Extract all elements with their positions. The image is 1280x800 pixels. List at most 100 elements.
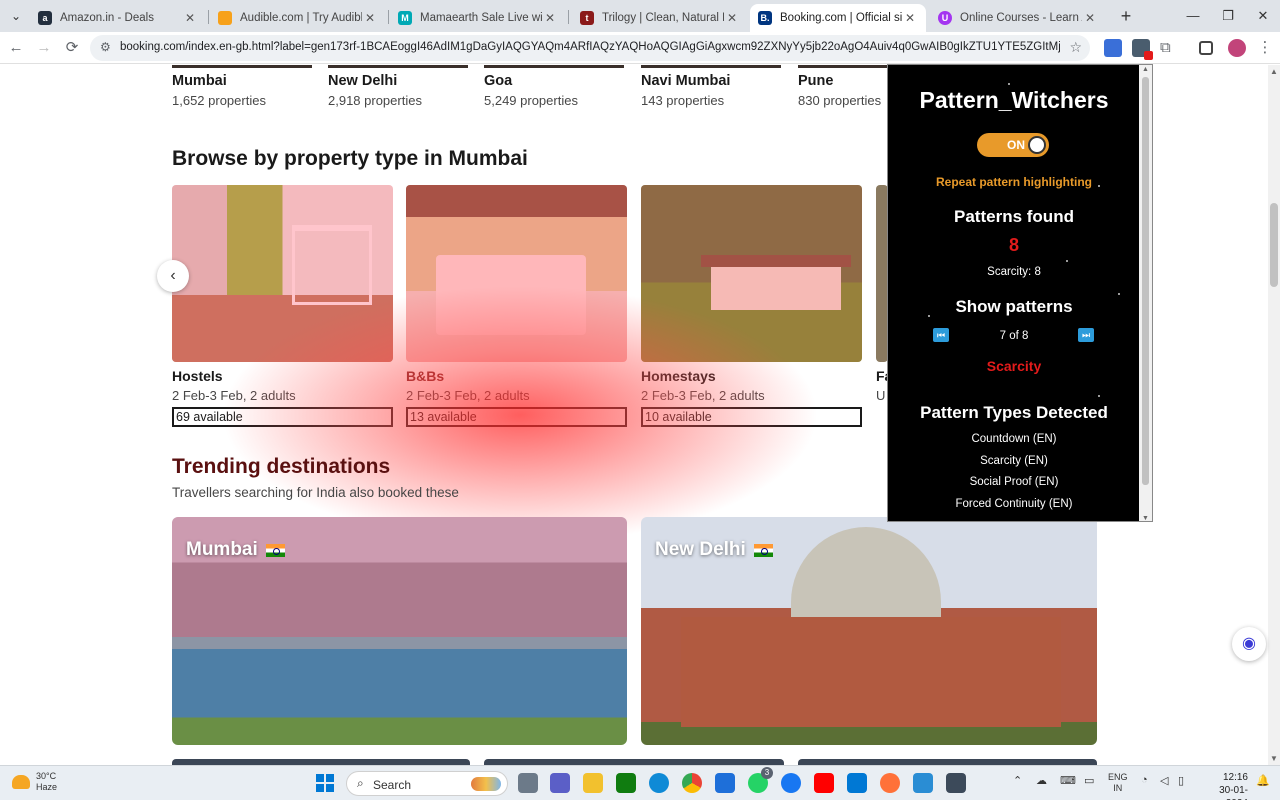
snipping-tool-icon[interactable] [946,773,966,793]
site-info-icon[interactable]: ⚙ [100,40,111,54]
tab-udemy[interactable]: U Online Courses - Learn Anything ✕ [930,4,1106,32]
close-window-icon[interactable]: ✕ [1253,6,1273,26]
tab-amazon[interactable]: a Amazon.in - Deals ✕ [30,4,206,32]
edge-icon[interactable] [649,773,669,793]
carousel-prev-button[interactable]: ‹ [157,260,189,292]
tab-search-icon[interactable]: ⌄ [6,6,26,26]
store-icon[interactable] [715,773,735,793]
search-highlight-icon [471,777,501,791]
side-panel-icon[interactable] [1199,41,1213,55]
facebook-icon[interactable] [781,773,801,793]
close-icon[interactable]: ✕ [542,11,558,25]
mamaearth-icon: M [398,11,412,25]
tomb-facade [681,617,1061,727]
onedrive-icon[interactable]: ☁ [1036,774,1047,787]
teams-chat-icon[interactable] [550,773,570,793]
highlight-overlay [172,517,627,637]
scroll-thumb[interactable] [1142,77,1149,485]
tab-audible[interactable]: Audible.com | Try Audible Free ✕ [210,4,386,32]
close-icon[interactable]: ✕ [902,11,918,25]
scroll-down-icon[interactable]: ▼ [1268,754,1280,763]
file-explorer-icon[interactable] [583,773,603,793]
reload-icon[interactable]: ⟳ [62,38,82,58]
property-type-dates: 2 Feb-3 Feb, 2 adults [641,388,765,403]
weather-widget[interactable]: 30°C Haze [12,771,57,793]
tab-trilogy[interactable]: t Trilogy | Clean, Natural Beauty ✕ [572,4,748,32]
address-bar[interactable]: ⚙ booking.com/index.en-gb.html?label=gen… [90,35,1090,61]
tab-mamaearth[interactable]: M Mamaearth Sale Live with Buy ✕ [390,4,566,32]
city-count: 830 properties [798,93,882,108]
scroll-up-icon[interactable]: ▲ [1268,67,1280,76]
chat-assistant-icon[interactable]: ◉ [1232,627,1266,661]
notepad-icon[interactable] [913,773,933,793]
url-text[interactable]: booking.com/index.en-gb.html?label=gen17… [120,41,1060,53]
city-card-pune[interactable]: Pune 830 properties [798,73,881,108]
browse-heading: Browse by property type in Mumbai [172,147,528,170]
destination-card-mumbai[interactable]: Mumbai [172,517,627,745]
city-name: Mumbai [172,73,227,89]
extension-title: Pattern_Witchers [919,87,1109,113]
close-icon[interactable]: ✕ [724,11,740,25]
page-scrollbar[interactable]: ▲ ▼ [1268,65,1280,765]
wifi-icon[interactable]: ◔ [1141,774,1148,786]
city-card-navi-mumbai[interactable]: Navi Mumbai 143 properties [641,73,730,108]
extension-badge [1144,51,1153,60]
back-icon[interactable]: ← [6,38,26,58]
firefox-icon[interactable] [880,773,900,793]
minimize-icon[interactable]: — [1183,6,1203,26]
scroll-up-icon[interactable]: ▲ [1139,66,1152,73]
next-pattern-icon[interactable]: ⏭ [1078,328,1094,342]
notification-center-icon[interactable]: 🔔 [1256,774,1270,787]
city-card-goa[interactable]: Goa 5,249 properties [484,73,578,108]
language-indicator[interactable]: ENG IN [1108,772,1128,794]
youtube-icon[interactable] [814,773,834,793]
pattern-type-item: Forced Continuity (EN) [955,498,1073,510]
destination-label: New Delhi [655,539,773,561]
profile-avatar[interactable] [1228,39,1246,57]
bookmark-star-icon[interactable]: ☆ [1069,39,1082,56]
keyboard-icon[interactable]: ⌨ [1060,774,1076,787]
homestay-image [641,185,862,362]
extensions-puzzle-icon[interactable]: ⧉ [1160,39,1178,57]
maximize-icon[interactable]: ❐ [1218,6,1238,26]
menu-kebab-icon[interactable]: ⋮ [1255,38,1275,58]
pattern-witchers-extension-icon[interactable] [1132,39,1153,60]
task-view-icon[interactable] [518,773,538,793]
on-off-toggle[interactable]: ON [977,133,1049,157]
highlight-overlay [641,185,862,362]
whatsapp-icon[interactable]: 3 [748,767,773,793]
close-icon[interactable]: ✕ [182,11,198,25]
show-hidden-icons-icon[interactable]: ⌃ [1013,774,1022,787]
close-icon[interactable]: ✕ [1082,11,1098,25]
destination-card-new-delhi[interactable]: New Delhi [641,517,1097,745]
pattern-type-item: Social Proof (EN) [969,476,1059,488]
amazon-icon: a [38,11,52,25]
system-clock[interactable]: 12:16 30-01-2024 [1200,771,1248,800]
xbox-icon[interactable] [616,773,636,793]
battery-icon[interactable]: ▯ [1178,774,1184,787]
repeat-highlighting-link[interactable]: Repeat pattern highlighting [888,175,1140,189]
tab-title: Trilogy | Clean, Natural Beauty [602,12,724,24]
taskbar-search[interactable]: ⌕ Search [346,771,508,796]
property-type-dates: 2 Feb-3 Feb, 2 adults [406,388,530,403]
scroll-thumb[interactable] [1270,203,1278,287]
tab-booking[interactable]: B. Booking.com | Official site | The ✕ [750,4,926,32]
city-card-mumbai[interactable]: Mumbai 1,652 properties [172,73,266,108]
scroll-down-icon[interactable]: ▼ [1139,515,1152,521]
close-icon[interactable]: ✕ [362,11,378,25]
translate-extension-icon[interactable] [1104,39,1122,57]
windows-taskbar: 30°C Haze ⌕ Search 3 ⌃ ☁ ⌨ ▭ ENG IN ◔ ◁ … [0,765,1280,800]
forward-icon[interactable]: → [34,38,54,58]
new-tab-icon[interactable]: + [1116,6,1136,26]
chrome-icon[interactable] [682,773,702,793]
city-count: 1,652 properties [172,93,266,108]
highlight-overlay [406,185,627,362]
search-placeholder: Search [373,778,412,792]
booking-icon: B. [758,11,772,25]
city-card-new-delhi[interactable]: New Delhi 2,918 properties [328,73,422,108]
meet-now-icon[interactable]: ▭ [1084,774,1094,787]
popup-scrollbar[interactable]: ▲ ▼ [1139,65,1152,521]
windows-start-icon[interactable] [316,774,334,792]
volume-icon[interactable]: ◁ [1160,774,1168,787]
vscode-icon[interactable] [847,773,867,793]
